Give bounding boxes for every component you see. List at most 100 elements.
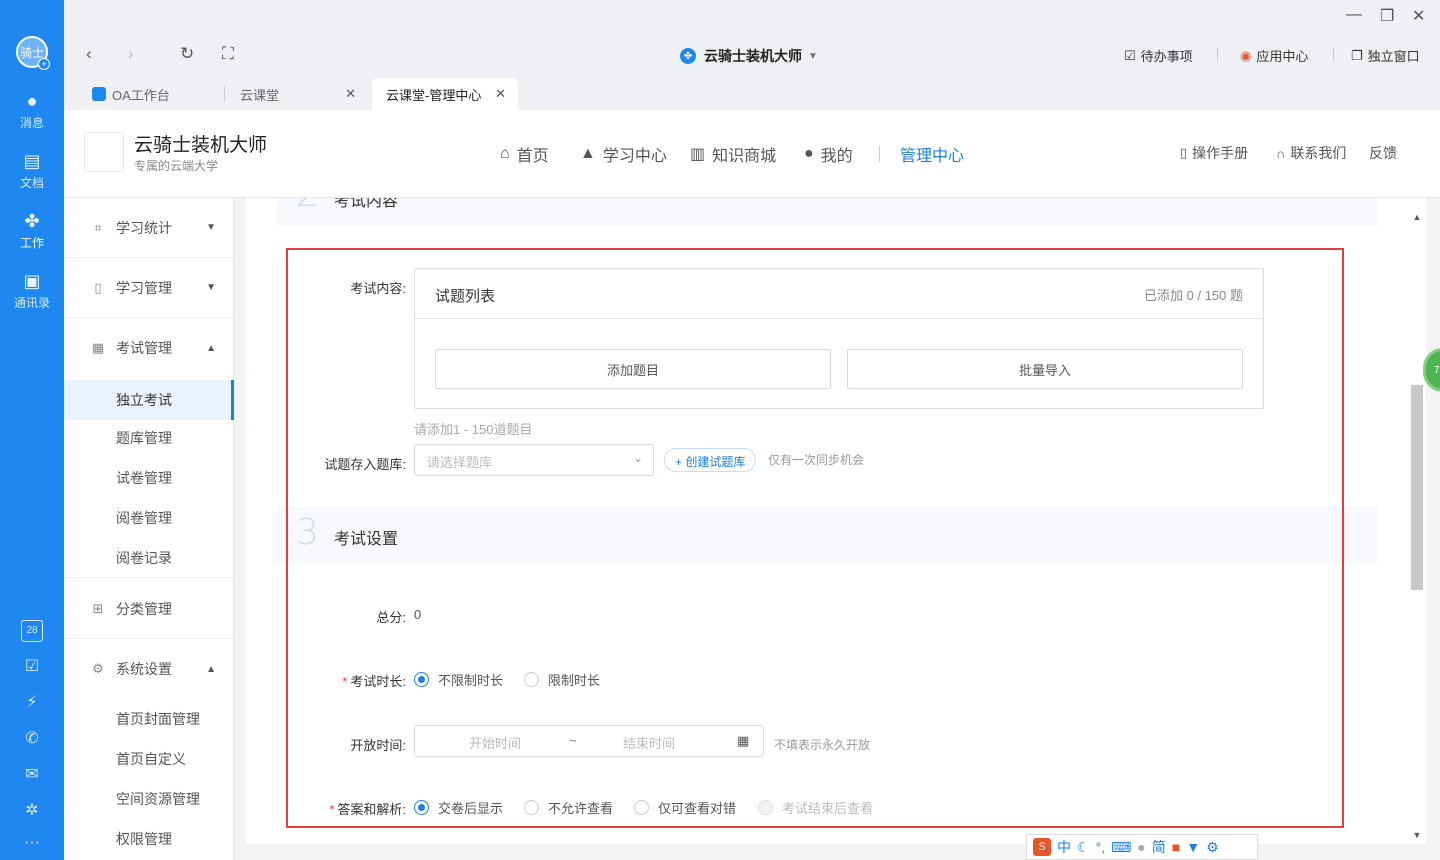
answer-not-allowed-radio[interactable]: 不允许查看 — [524, 798, 613, 817]
rail-item-contacts[interactable]: ▣ 通讯录 — [0, 270, 64, 311]
manual-link[interactable]: ▯ 操作手册 — [1180, 143, 1248, 163]
tab-cloud-class-admin[interactable]: 云课堂-管理中心 ✕ — [372, 78, 518, 110]
more-icon[interactable]: ··· — [21, 832, 43, 854]
app-center-label: 应用中心 — [1256, 49, 1309, 64]
nav-knowledge-mall[interactable]: ▥ 知识商城 — [690, 142, 776, 166]
nav-mine[interactable]: ● 我的 — [804, 142, 853, 166]
section-number: 3 — [296, 512, 319, 553]
gear-icon[interactable]: ⚙ — [1206, 839, 1219, 856]
feedback-link[interactable]: 反馈 — [1369, 143, 1397, 163]
nav-admin-center[interactable]: 管理中心 — [900, 142, 964, 166]
calendar-icon: ▦ — [737, 733, 750, 748]
forward-icon[interactable]: › — [128, 44, 134, 64]
sidebar-group-exam-management[interactable]: ▦ 考试管理 ▲ — [64, 318, 234, 378]
content-scrollbar[interactable]: ▲ ▼ — [1410, 210, 1424, 842]
moon-icon[interactable]: ☾ — [1077, 839, 1090, 856]
sidebar-item-homepage-custom[interactable]: 首页自定义 — [64, 739, 234, 779]
radio-dot — [414, 800, 429, 815]
close-icon[interactable]: ✕ — [345, 86, 356, 102]
scroll-down-icon[interactable]: ▼ — [1410, 830, 1424, 840]
chart-icon: ⌗ — [94, 219, 102, 235]
add-icon[interactable]: + — [38, 58, 50, 70]
create-bank-button[interactable]: + 创建试题库 — [664, 448, 757, 472]
site-logo[interactable] — [84, 132, 124, 172]
scroll-up-icon[interactable]: ▲ — [1410, 212, 1424, 222]
duration-unlimited-radio[interactable]: 不限制时长 — [414, 670, 503, 689]
apps-icon[interactable]: ✲ — [21, 800, 43, 822]
batch-import-button[interactable]: 批量导入 — [847, 349, 1243, 389]
sidebar-group-learning-management[interactable]: ▯ 学习管理 ▼ — [64, 258, 234, 318]
refresh-icon[interactable]: ↻ — [180, 44, 194, 64]
end-time-placeholder: 结束时间 — [623, 736, 676, 751]
nav-home[interactable]: ⌂ 首页 — [500, 142, 549, 166]
answer-correctness-only-radio[interactable]: 仅可查看对错 — [634, 798, 736, 817]
sidebar-item-label: 阅卷管理 — [116, 510, 172, 526]
tab-cloud-class[interactable]: 云课堂 ✕ — [226, 78, 368, 110]
divider — [224, 86, 225, 102]
sidebar-group-label: 学习管理 — [116, 279, 172, 296]
minimize-icon[interactable]: — — [1346, 6, 1362, 24]
sidebar-item-cover-management[interactable]: 首页封面管理 — [64, 699, 234, 739]
duration-limited-radio[interactable]: 限制时长 — [524, 670, 600, 689]
open-time-range[interactable]: 开始时间 ~ 结束时间 ▦ — [414, 725, 764, 757]
add-question-button[interactable]: 添加题目 — [435, 349, 831, 389]
close-icon[interactable]: ✕ — [1412, 6, 1425, 26]
video-icon[interactable]: ■ — [1172, 839, 1180, 855]
radio-dot — [524, 800, 539, 815]
lightning-icon[interactable]: ⚡ — [21, 692, 43, 714]
sidebar-group-learning-stats[interactable]: ⌗ 学习统计 ▼ — [64, 198, 234, 258]
sidebar-group-category-management[interactable]: ⊞ 分类管理 — [64, 579, 234, 639]
sidebar-item-paper-management[interactable]: 试卷管理 — [64, 458, 234, 498]
ime-logo-icon[interactable]: S — [1033, 838, 1051, 856]
sidebar-item-standalone-exam[interactable]: 独立考试 — [64, 380, 234, 420]
calendar-icon[interactable]: 28 — [21, 620, 43, 642]
rail-item-documents[interactable]: ▤ 文档 — [0, 150, 64, 191]
home-icon: ⌂ — [500, 145, 510, 162]
rail-item-work[interactable]: ✤ 工作 — [0, 210, 64, 251]
exam-form: 2 考试内容 考试内容: 试题列表 已添加 0 / 150 题 添加题目 批量导… — [246, 198, 1426, 844]
ime-simplified[interactable]: 简 — [1152, 837, 1166, 857]
back-icon[interactable]: ‹ — [86, 44, 92, 64]
mail-icon[interactable]: ✉ — [21, 764, 43, 786]
app-center-button[interactable]: ◉ 应用中心 — [1240, 46, 1308, 65]
restore-icon[interactable]: ❐ — [1380, 6, 1394, 26]
rail-item-messages[interactable]: ● 消息 — [0, 90, 64, 131]
skin-icon[interactable]: ▼ — [1186, 839, 1200, 855]
user-icon[interactable]: ● — [1137, 839, 1145, 855]
rail-item-label: 消息 — [19, 116, 44, 130]
standalone-window-button[interactable]: ❐ 独立窗口 — [1351, 46, 1420, 65]
site-subtitle: 专属的云端大学 — [134, 159, 219, 173]
scrollbar-thumb[interactable] — [1411, 385, 1423, 590]
sidebar-group-label: 考试管理 — [116, 340, 172, 356]
sidebar-item-label: 首页封面管理 — [116, 711, 200, 727]
punctuation-icon[interactable]: °, — [1096, 839, 1106, 855]
section-number: 2 — [296, 198, 319, 215]
answer-after-submit-radio[interactable]: 交卷后显示 — [414, 798, 503, 817]
todo-button[interactable]: ☑ 待办事项 — [1124, 46, 1193, 65]
phone-icon[interactable]: ✆ — [21, 728, 43, 750]
tab-oa[interactable]: OA工作台 — [78, 78, 226, 110]
close-icon[interactable]: ✕ — [495, 86, 506, 102]
sidebar-item-permissions[interactable]: 权限管理 — [64, 819, 234, 859]
fullscreen-icon[interactable]: ⛶ — [222, 44, 234, 64]
sidebar-item-space-resources[interactable]: 空间资源管理 — [64, 779, 234, 819]
section-title: 考试内容 — [334, 198, 399, 210]
range-separator: ~ — [569, 733, 577, 748]
check-icon[interactable]: ☑ — [21, 656, 43, 678]
keyboard-icon[interactable]: ⌨ — [1111, 839, 1131, 856]
sidebar-item-question-bank[interactable]: 题库管理 — [64, 418, 234, 458]
ime-chinese-mode[interactable]: 中 — [1057, 837, 1071, 857]
question-bank-select[interactable]: 请选择题库 ⌄ — [414, 444, 654, 476]
sidebar-group-system-settings[interactable]: ⚙ 系统设置 ▲ — [64, 639, 234, 699]
window-topbar: — ❐ ✕ ‹ › ↻ ⛶ ✤ 云骑士装机大师 ▼ ☑ 待办事项 ◉ 应用中心 … — [64, 0, 1440, 110]
app-switcher[interactable]: ✤ 云骑士装机大师 ▼ — [680, 46, 818, 66]
answer-label: * 答案和解析: — [329, 802, 406, 817]
sidebar-group-label: 分类管理 — [116, 600, 172, 617]
avatar[interactable]: 骑士 + — [16, 36, 50, 70]
nav-learning-center[interactable]: ▲ 学习中心 — [580, 142, 667, 166]
nav-label: 学习中心 — [602, 148, 667, 165]
contact-link[interactable]: ∩ 联系我们 — [1276, 143, 1346, 163]
sidebar-item-grading-management[interactable]: 阅卷管理 — [64, 498, 234, 538]
sidebar-item-grading-records[interactable]: 阅卷记录 — [64, 538, 234, 578]
nav-label: 管理中心 — [900, 148, 965, 165]
